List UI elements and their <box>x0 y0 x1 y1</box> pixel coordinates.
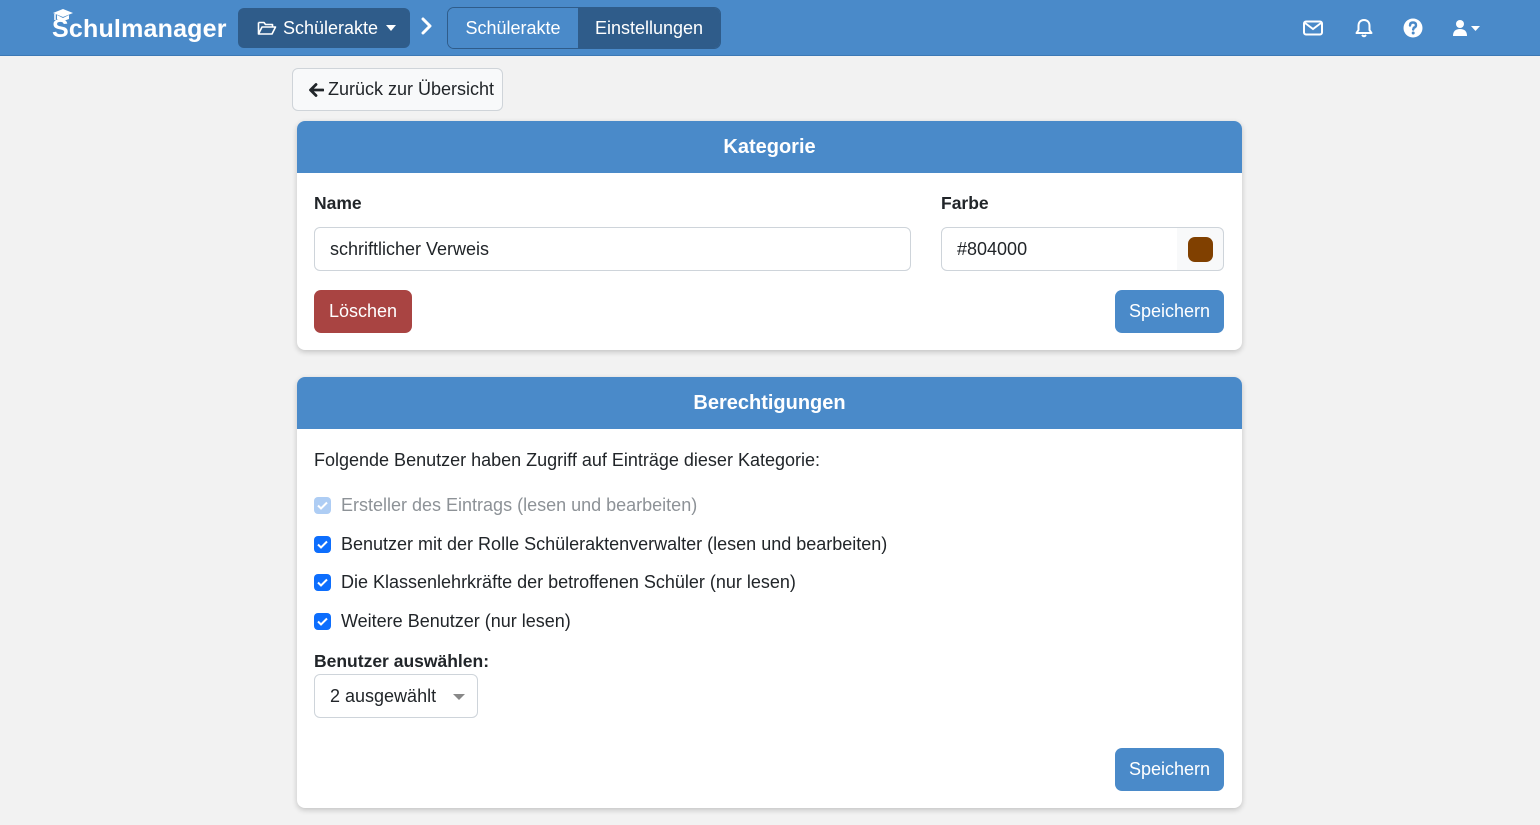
checkbox-creator <box>314 497 331 514</box>
tab-einstellungen[interactable]: Einstellungen <box>578 8 720 48</box>
chevron-right-icon <box>421 17 432 35</box>
user-menu[interactable] <box>1452 19 1480 37</box>
top-navbar: Schulmanager Schülerakte Schülerakte Ein… <box>0 0 1540 56</box>
save-category-button[interactable]: Speichern <box>1115 290 1224 333</box>
module-dropdown-label: Schülerakte <box>283 17 379 38</box>
caret-down-icon <box>386 25 397 31</box>
kategorie-title: Kategorie <box>297 121 1242 173</box>
select-users-label: Benutzer auswählen: <box>314 651 490 671</box>
graduation-cap-icon <box>53 9 73 21</box>
checkbox-creator-label: Ersteller des Eintrags (lesen und bearbe… <box>341 495 698 515</box>
back-button-label: Zurück zur Übersicht <box>328 79 495 99</box>
checkbox-other-users-label[interactable]: Weitere Benutzer (nur lesen) <box>341 611 571 632</box>
arrow-left-icon <box>309 82 324 97</box>
bell-icon[interactable] <box>1355 18 1373 38</box>
permission-option-creator: Ersteller des Eintrags (lesen und bearbe… <box>314 495 697 516</box>
permission-option-class-teachers[interactable]: Die Klassenlehrkräfte der betroffenen Sc… <box>314 572 796 593</box>
logo-text: Schulmanager <box>52 15 227 43</box>
checkbox-role[interactable] <box>314 536 331 553</box>
check-icon <box>317 578 328 587</box>
farbe-label: Farbe <box>941 193 989 213</box>
tab-schuelerakte[interactable]: Schülerakte <box>448 8 578 48</box>
user-icon <box>1453 20 1467 36</box>
berechtigungen-card: Berechtigungen Folgende Benutzer haben Z… <box>297 377 1242 808</box>
name-input[interactable]: schriftlicher Verweis <box>314 227 911 271</box>
kategorie-card: Kategorie Name schriftlicher Verweis Far… <box>297 121 1242 350</box>
mail-icon[interactable] <box>1303 20 1323 36</box>
checkbox-other-users[interactable] <box>314 613 331 630</box>
breadcrumb-tabs: Schülerakte Einstellungen <box>447 7 721 49</box>
name-label: Name <box>314 193 362 213</box>
color-hex-input[interactable]: #804000 <box>941 227 1178 271</box>
permissions-description: Folgende Benutzer haben Zugriff auf Eint… <box>314 450 820 470</box>
users-select[interactable]: 2 ausgewählt <box>314 674 478 718</box>
caret-down-icon <box>453 694 465 700</box>
check-icon <box>317 540 328 549</box>
delete-button[interactable]: Löschen <box>314 290 412 333</box>
permission-option-other-users[interactable]: Weitere Benutzer (nur lesen) <box>314 611 571 632</box>
berechtigungen-title: Berechtigungen <box>297 377 1242 429</box>
module-dropdown[interactable]: Schülerakte <box>238 8 410 48</box>
back-to-overview-button[interactable]: Zurück zur Übersicht <box>292 68 503 111</box>
users-select-value: 2 ausgewählt <box>330 685 437 706</box>
color-picker-button[interactable] <box>1177 227 1224 271</box>
permission-option-role[interactable]: Benutzer mit der Rolle Schüleraktenverwa… <box>314 534 887 555</box>
help-icon[interactable] <box>1403 18 1423 38</box>
checkbox-class-teachers[interactable] <box>314 574 331 591</box>
check-icon <box>317 501 328 510</box>
schulmanager-logo[interactable]: Schulmanager <box>52 8 227 48</box>
folder-open-icon <box>257 21 277 35</box>
checkbox-role-label[interactable]: Benutzer mit der Rolle Schüleraktenverwa… <box>341 534 887 555</box>
checkbox-class-teachers-label[interactable]: Die Klassenlehrkräfte der betroffenen Sc… <box>341 572 796 593</box>
color-swatch <box>1187 236 1213 262</box>
caret-down-icon <box>1471 25 1480 31</box>
check-icon <box>317 617 328 626</box>
save-permissions-button[interactable]: Speichern <box>1115 748 1224 791</box>
